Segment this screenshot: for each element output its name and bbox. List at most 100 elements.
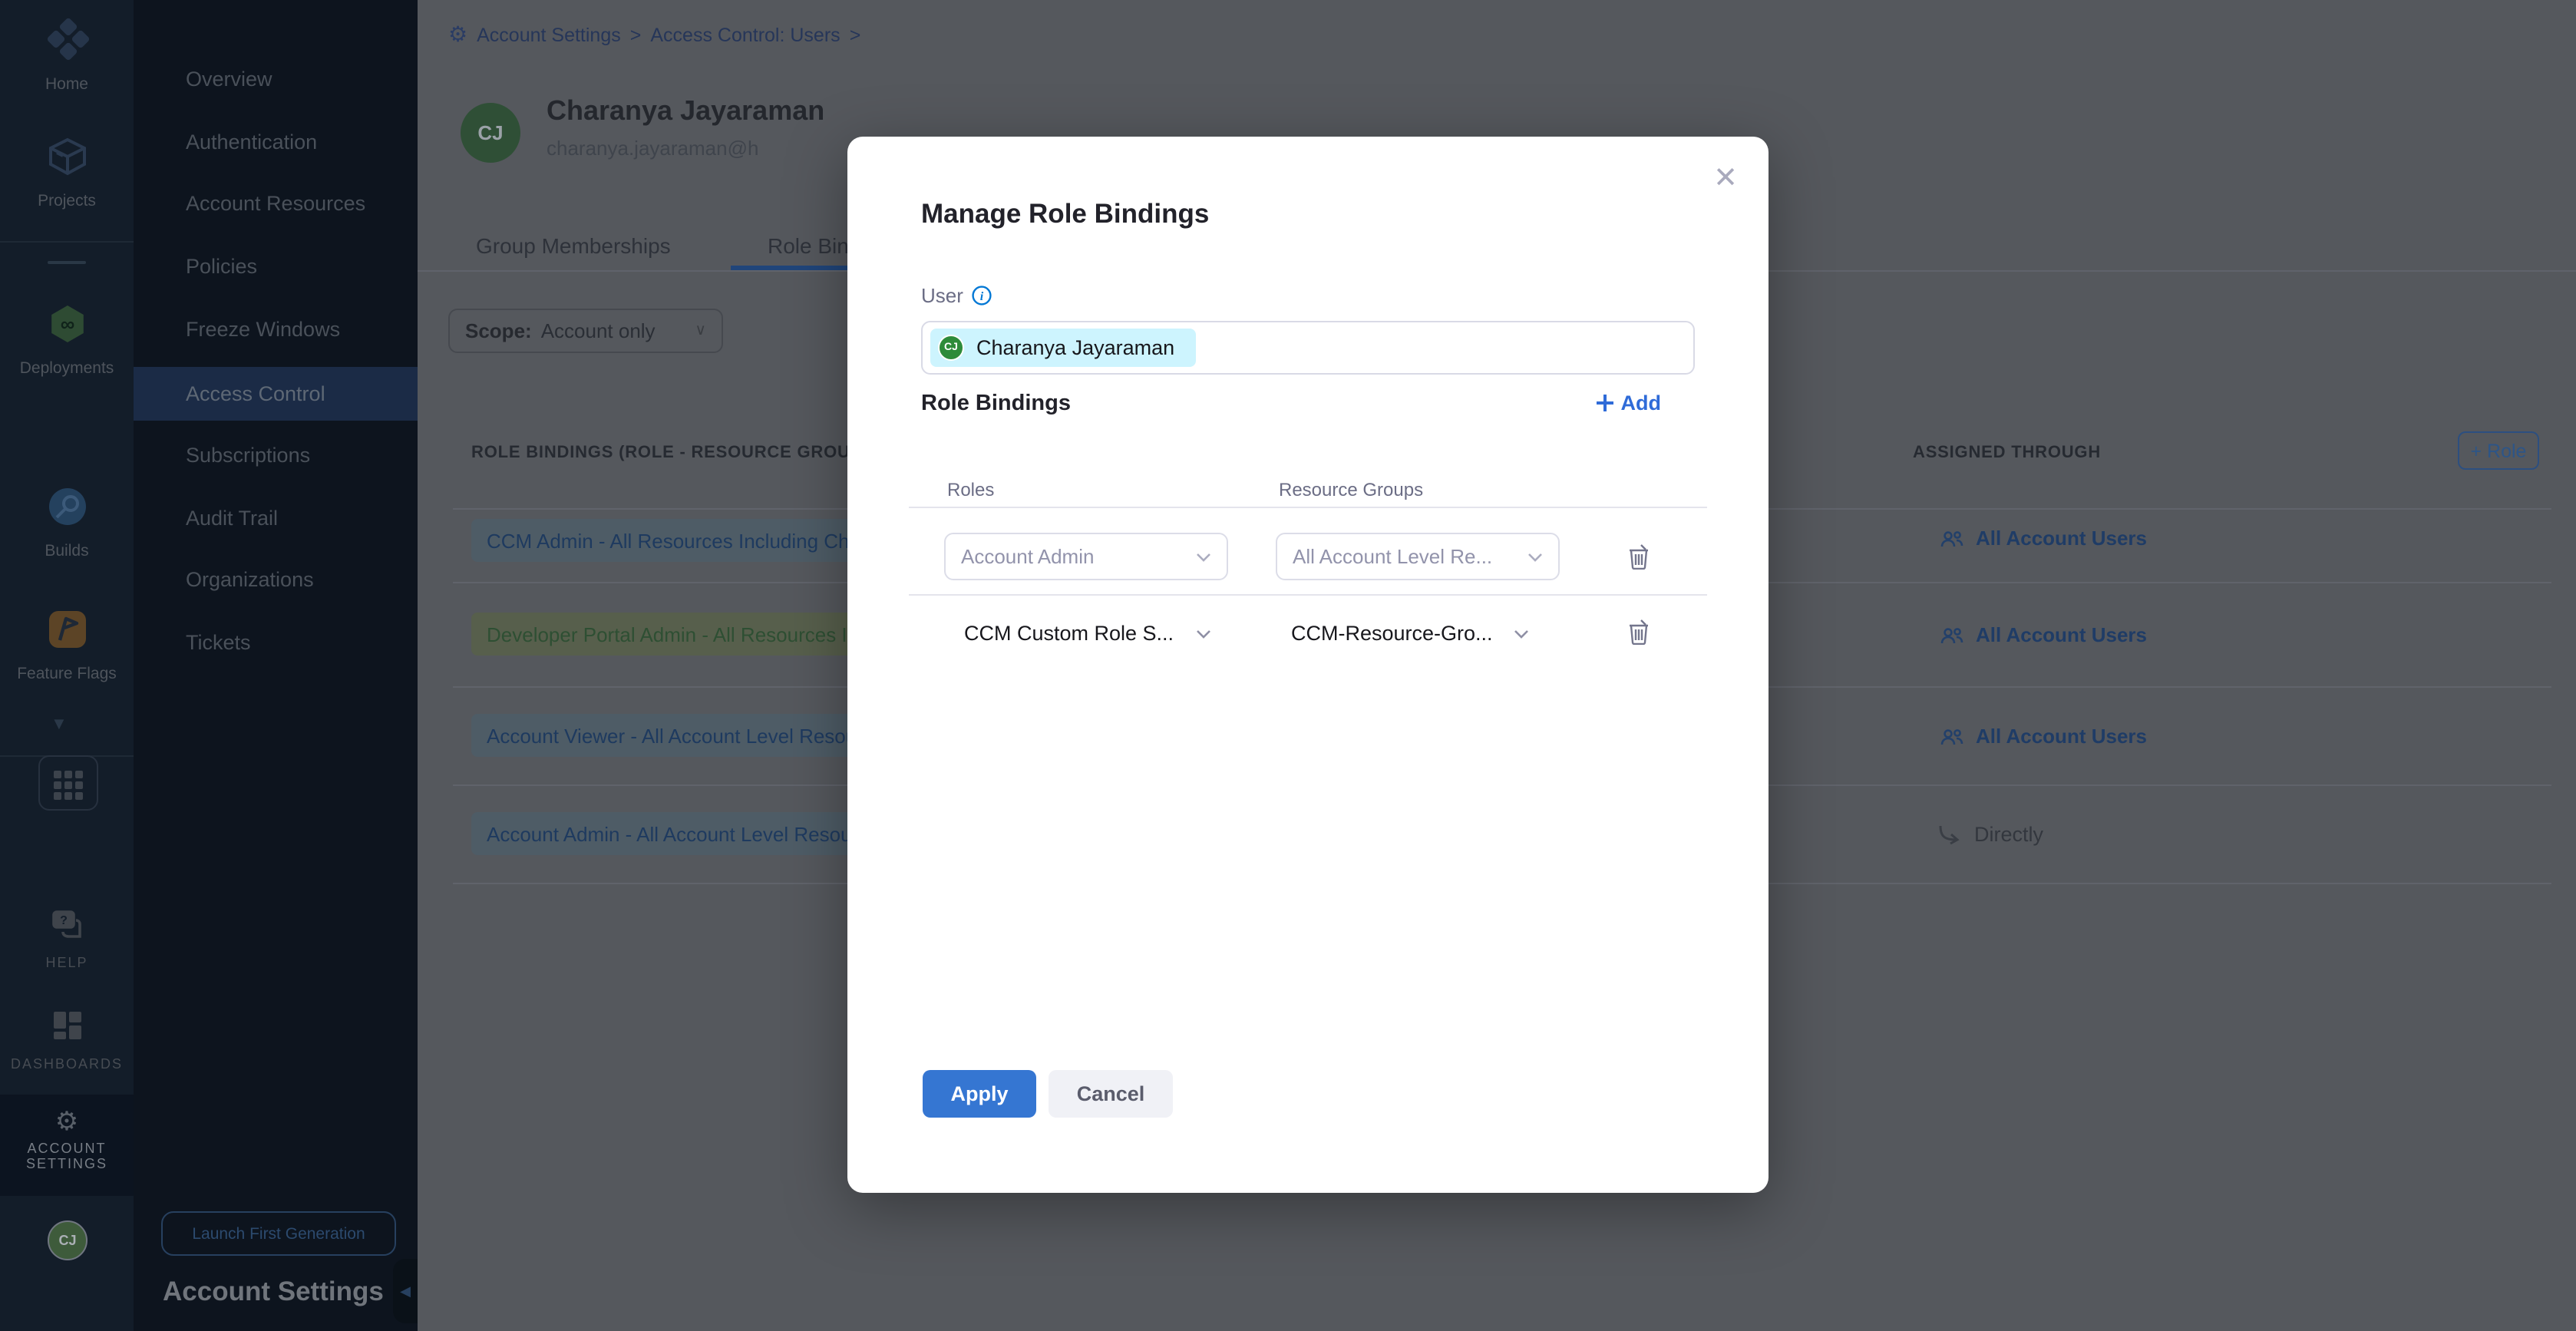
- role-binding-chip[interactable]: Developer Portal Admin - All Resources I…: [471, 613, 874, 656]
- launch-button-label: Launch First Generation: [192, 1224, 365, 1243]
- breadcrumb-access-control-users[interactable]: Access Control: Users: [650, 24, 840, 45]
- dashboards-icon: [0, 1010, 134, 1045]
- user-avatar[interactable]: CJ: [48, 1220, 88, 1260]
- rail-item-projects[interactable]: Projects: [0, 135, 134, 210]
- launch-first-generation-button[interactable]: Launch First Generation: [161, 1211, 396, 1256]
- apply-button[interactable]: Apply: [923, 1070, 1036, 1118]
- chevron-down-icon: ∨: [695, 322, 706, 339]
- avatar-initials: CJ: [58, 1233, 76, 1248]
- module-picker-button[interactable]: [38, 755, 98, 811]
- nav-item-overview[interactable]: Overview: [134, 52, 418, 106]
- rail-item-feature-flags[interactable]: Feature Flags: [0, 608, 134, 683]
- chip-label: CCM Admin - All Resources Including Chil: [487, 529, 858, 552]
- rail-item-home[interactable]: Home: [0, 15, 134, 94]
- rail-item-deployments[interactable]: ∞ Deployments: [0, 302, 134, 378]
- rail-item-label: HELP: [45, 955, 88, 970]
- nav-item-account-resources[interactable]: Account Resources: [134, 177, 418, 230]
- rail-item-builds[interactable]: Builds: [0, 485, 134, 560]
- role-bindings-section-heading: Role Bindings: [921, 391, 1071, 416]
- add-role-label: + Role: [2471, 440, 2527, 461]
- breadcrumb-account-settings[interactable]: Account Settings: [477, 24, 621, 45]
- chevron-down-icon: [1514, 629, 1530, 638]
- direct-arrow-icon: [1937, 824, 1962, 845]
- plus-icon: [1595, 393, 1615, 413]
- column-label-resource-groups: Resource Groups: [1279, 479, 1423, 500]
- rail-item-label: Projects: [38, 192, 96, 210]
- scope-value: Account only: [541, 319, 656, 342]
- rail-item-help[interactable]: ? HELP: [0, 909, 134, 972]
- nav-item-subscriptions[interactable]: Subscriptions: [134, 428, 418, 482]
- cube-icon: [0, 135, 134, 183]
- chevron-down-icon[interactable]: ▼: [51, 715, 68, 734]
- role-binding-chip[interactable]: Account Admin - All Account Level Resour: [471, 812, 874, 855]
- delete-binding-button[interactable]: [1627, 543, 1650, 577]
- trash-icon: [1627, 543, 1650, 570]
- cancel-button[interactable]: Cancel: [1049, 1070, 1173, 1118]
- rail-item-label: DASHBOARDS: [11, 1056, 123, 1072]
- nav-item-label: Overview: [186, 68, 272, 91]
- resource-group-select-value: CCM-Resource-Gro...: [1291, 622, 1493, 645]
- user-label-text: User: [921, 284, 963, 307]
- deployments-cd-icon: ∞: [0, 302, 134, 350]
- nav-item-label: Freeze Windows: [186, 318, 340, 341]
- rail-collapse-dash[interactable]: [48, 261, 86, 264]
- user-field-label: User i: [921, 284, 992, 307]
- selected-user-chip[interactable]: CJ Charanya Jayaraman: [930, 329, 1196, 367]
- role-select[interactable]: Account Admin: [944, 533, 1228, 580]
- nav-item-label: Account Resources: [186, 192, 365, 215]
- chip-label: Developer Portal Admin - All Resources I…: [487, 623, 858, 646]
- nav-item-organizations[interactable]: Organizations: [134, 553, 418, 606]
- user-group-icon: [1940, 626, 1963, 644]
- add-role-button[interactable]: + Role: [2458, 431, 2539, 470]
- close-icon[interactable]: ✕: [1713, 161, 1738, 197]
- nav-item-label: Tickets: [186, 631, 251, 654]
- nav-heading: Account Settings: [163, 1276, 384, 1308]
- user-select-input[interactable]: CJ Charanya Jayaraman: [921, 321, 1695, 375]
- rail-item-dashboards[interactable]: DASHBOARDS: [0, 1010, 134, 1073]
- nav-item-label: Policies: [186, 255, 257, 278]
- info-icon[interactable]: i: [973, 286, 992, 306]
- avatar-initials: CJ: [477, 121, 503, 144]
- modal-title: Manage Role Bindings: [921, 198, 1209, 230]
- assigned-directly: Directly: [1937, 823, 2043, 846]
- assigned-through-link[interactable]: All Account Users: [1940, 527, 2147, 550]
- assigned-label: Directly: [1974, 823, 2043, 846]
- nav-item-access-control[interactable]: Access Control: [134, 367, 418, 421]
- resource-group-select[interactable]: All Account Level Re...: [1276, 533, 1560, 580]
- nav-item-policies[interactable]: Policies: [134, 239, 418, 293]
- resource-group-select-value: All Account Level Re...: [1293, 545, 1492, 568]
- chevron-down-icon: [1527, 552, 1543, 561]
- rail-item-label: Home: [45, 75, 88, 94]
- role-select[interactable]: CCM Custom Role S...: [964, 622, 1210, 645]
- chip-label: Account Admin - All Account Level Resour: [487, 822, 858, 845]
- assigned-through-link[interactable]: All Account Users: [1940, 623, 2147, 646]
- tab-group-memberships[interactable]: Group Memberships: [476, 233, 671, 258]
- nav-item-audit-trail[interactable]: Audit Trail: [134, 491, 418, 545]
- add-binding-button[interactable]: Add: [1595, 391, 1662, 414]
- app-window: Home Projects ∞ Deployments Builds: [0, 0, 2576, 1331]
- role-binding-chip[interactable]: CCM Admin - All Resources Including Chil: [471, 519, 874, 562]
- rail-item-label: Deployments: [20, 359, 114, 378]
- nav-item-tickets[interactable]: Tickets: [134, 616, 418, 669]
- help-chat-icon: ?: [0, 909, 134, 944]
- chevron-left-icon: ◀: [400, 1283, 411, 1300]
- tab-label: Group Memberships: [476, 233, 671, 258]
- nav-item-freeze-windows[interactable]: Freeze Windows: [134, 302, 418, 356]
- user-group-icon: [1940, 727, 1963, 745]
- scope-select[interactable]: Scope: Account only ∨: [448, 309, 723, 353]
- nav-item-authentication[interactable]: Authentication: [134, 115, 418, 169]
- svg-text:∞: ∞: [60, 312, 74, 335]
- assigned-through-link[interactable]: All Account Users: [1940, 725, 2147, 748]
- role-binding-chip[interactable]: Account Viewer - All Account Level Resou: [471, 714, 874, 757]
- rail-item-label: Feature Flags: [17, 665, 117, 683]
- grid-icon: [54, 771, 83, 800]
- delete-binding-button[interactable]: [1627, 619, 1650, 652]
- close-glyph: ✕: [1713, 163, 1738, 195]
- assigned-label: All Account Users: [1976, 725, 2147, 748]
- resource-group-select[interactable]: CCM-Resource-Gro...: [1291, 622, 1530, 645]
- rail-item-account-settings[interactable]: ⚙ ACCOUNT SETTINGS: [0, 1095, 134, 1196]
- nav-item-label: Organizations: [186, 568, 314, 591]
- manage-role-bindings-modal: ✕ Manage Role Bindings User i CJ Charany…: [847, 137, 1769, 1193]
- nav-collapse-button[interactable]: ◀: [393, 1259, 418, 1323]
- add-label: Add: [1621, 391, 1662, 414]
